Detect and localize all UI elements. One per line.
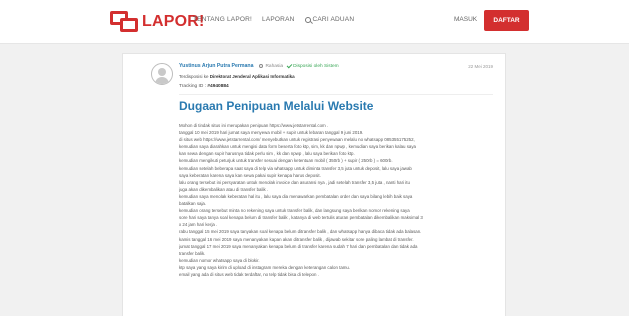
report-card: Yustinus Arjun Putra Permana Rahasia Dis…	[122, 53, 506, 316]
avatar	[151, 63, 173, 85]
body-line: kemudian setelah beberapa saat saya di t…	[179, 165, 412, 171]
status-label: Disposisi oleh Sistem	[293, 63, 339, 69]
tracking-label: Tracking ID :	[179, 84, 207, 89]
body-line: rabu tanggal 15 mei 2019 saya tanyakan s…	[179, 229, 422, 235]
body-line: lalu orang tersebut ini persyaratan untu…	[179, 179, 410, 185]
lapor-logo[interactable]: LAPOR!	[110, 9, 205, 35]
visibility-badge: Rahasia	[259, 64, 283, 69]
search-icon	[304, 16, 311, 23]
body-line: kemudian saya menolak keberatan hal itu …	[179, 193, 413, 199]
disposition-prefix: Terdisposisi ke	[179, 74, 209, 79]
report-meta: Yustinus Arjun Putra Permana Rahasia Dis…	[179, 62, 493, 89]
check-icon	[286, 62, 293, 68]
report-body: Mohon di tindak situs ini merupakan peni…	[179, 122, 493, 278]
body-line: kemudian nomor whatsapp saya di blokir.	[179, 257, 260, 263]
body-line: x 24 jam hari kerja .	[179, 222, 218, 228]
body-line: kemudian saya diarahkan untuk mengisi da…	[179, 144, 416, 150]
body-line: di situs web https://www.jetstarrental.c…	[179, 137, 415, 143]
body-line: kemudian orang tersebut minta no rekenin…	[179, 208, 410, 214]
disposition-target[interactable]: Direktorat Jenderal Aplikasi Informatika	[210, 74, 295, 79]
main-nav: TENTANG LAPOR! LAPORAN CARI ADUAN	[193, 16, 354, 23]
body-line: email yang ada di situs web tidak terdaf…	[179, 271, 319, 277]
status-badge: Disposisi oleh Sistem	[286, 62, 339, 69]
body-line: kamis tanggal 16 mei 2019 saya menanyaka…	[179, 236, 414, 242]
visibility-label: Rahasia	[265, 63, 284, 69]
login-link[interactable]: MASUK	[454, 16, 477, 23]
report-date: 22 Mei 2019	[468, 63, 493, 69]
lapor-logo-icon	[110, 11, 140, 33]
body-line: sore hari saya tanya soal kenapa belum d…	[179, 215, 423, 221]
body-line: saya keberatan karena saya kan sewa paka…	[179, 172, 321, 178]
body-line: jumat tanggal 17 mei 2019 saya menanyaka…	[179, 243, 418, 249]
body-line: kan sewa dengan supir harusnya tidak per…	[179, 151, 355, 157]
register-button[interactable]: DAFTAR	[484, 10, 529, 31]
reporter-name[interactable]: Yustinus Arjun Putra Permana	[179, 63, 253, 69]
body-line: tanggal 10 mei 2019 hari jumat saya meny…	[179, 130, 364, 136]
nav-cari-aduan[interactable]: CARI ADUAN	[304, 16, 355, 23]
nav-cari-aduan-label: CARI ADUAN	[312, 16, 355, 23]
divider	[179, 94, 493, 95]
nav-laporan[interactable]: LAPORAN	[262, 16, 294, 23]
globe-icon	[259, 64, 264, 68]
body-line: kemudian mengikuti peturjuk untuk transf…	[179, 158, 393, 164]
tracking-id: #4940884	[207, 84, 229, 89]
top-navbar: LAPOR! TENTANG LAPOR! LAPORAN CARI ADUAN…	[0, 0, 629, 44]
body-line: batalkan saja.	[179, 201, 207, 207]
body-line: ktp saya yang saya kirim di upload di in…	[179, 264, 351, 270]
report-title: Dugaan Penipuan Melalui Website	[179, 99, 374, 113]
nav-tentang-lapor[interactable]: TENTANG LAPOR!	[193, 16, 252, 23]
tracking-info: Tracking ID : #4940884	[179, 84, 493, 89]
disposition-info: Terdisposisi ke Direktorat Jenderal Apli…	[179, 74, 493, 79]
body-line: Mohon di tindak situs ini merupakan peni…	[179, 123, 329, 128]
body-line: juga akan dikembalikan atau di transfer …	[179, 186, 269, 192]
body-line: transfer balik.	[179, 250, 206, 256]
